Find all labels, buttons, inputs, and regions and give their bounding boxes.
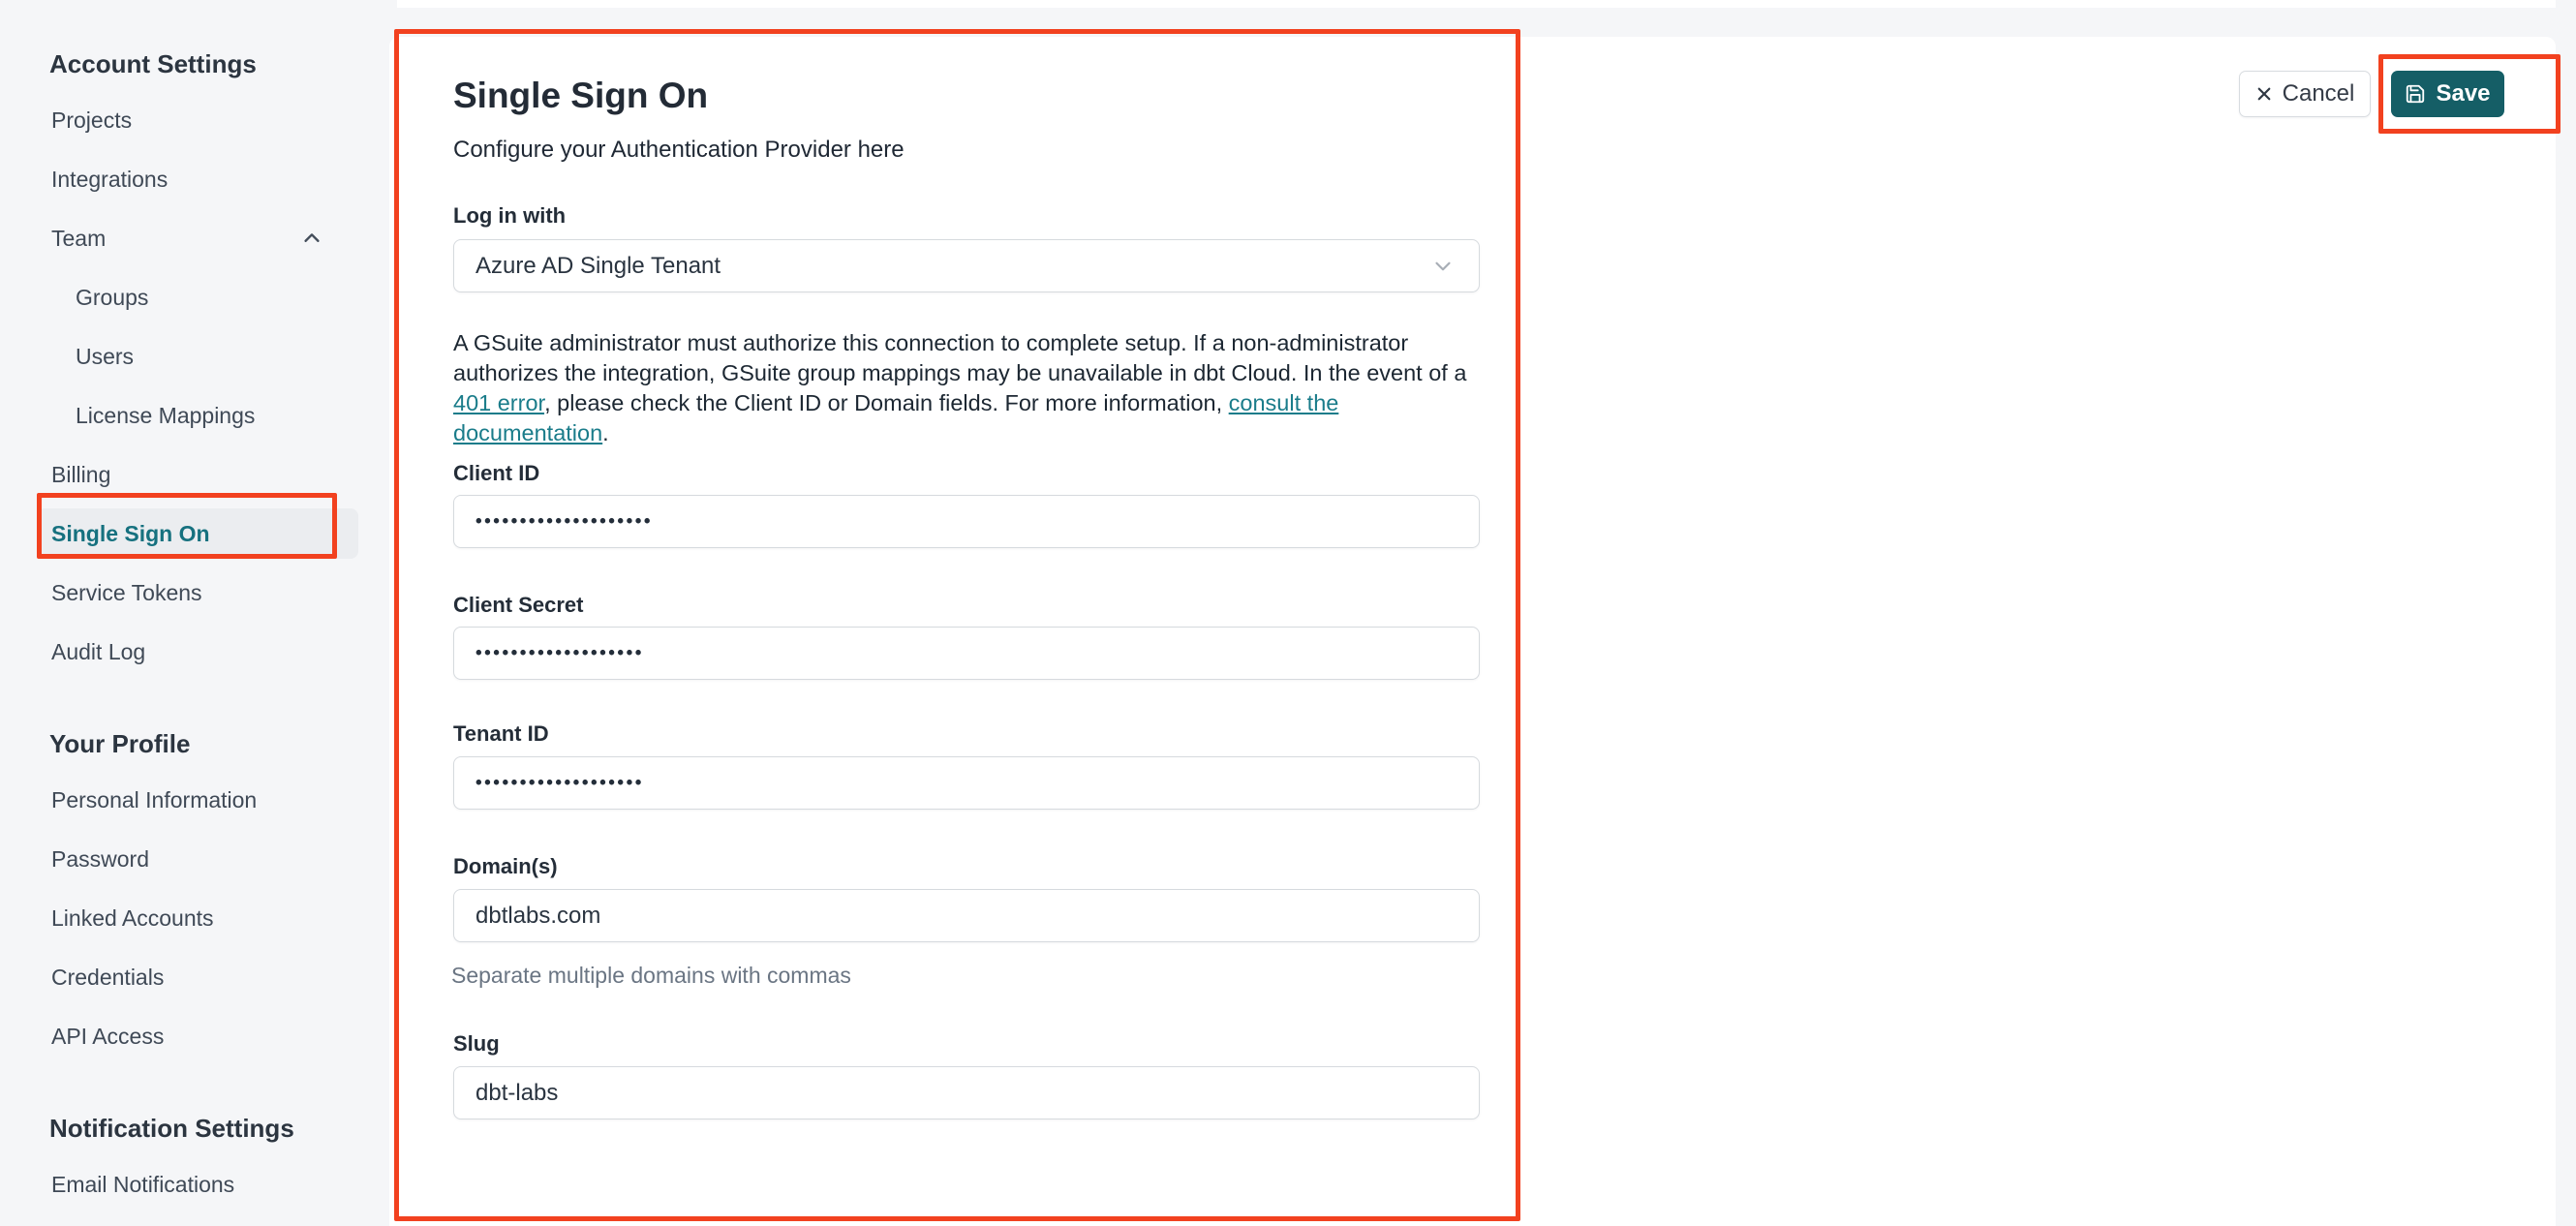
- sidebar-item-groups[interactable]: Groups: [0, 285, 378, 310]
- domains-label: Domain(s): [453, 854, 558, 878]
- login-with-selected-value: Azure AD Single Tenant: [475, 252, 721, 279]
- sidebar-item-team[interactable]: Team: [0, 226, 378, 251]
- sidebar-heading-notification-settings: Notification Settings: [49, 1114, 294, 1143]
- login-with-select[interactable]: Azure AD Single Tenant: [453, 239, 1480, 292]
- sidebar-item-credentials[interactable]: Credentials: [0, 965, 378, 990]
- client-secret-label: Client Secret: [453, 593, 584, 617]
- cancel-button-label: Cancel: [2282, 80, 2355, 107]
- top-header-strip: [397, 0, 2556, 8]
- sidebar-item-audit-log[interactable]: Audit Log: [0, 639, 378, 664]
- client-secret-input[interactable]: [453, 627, 1480, 680]
- chevron-up-icon: [301, 228, 322, 249]
- slug-input[interactable]: [453, 1066, 1480, 1119]
- client-id-input[interactable]: [453, 495, 1480, 548]
- gsuite-info-paragraph: A GSuite administrator must authorize th…: [453, 328, 1489, 448]
- info-text-1: A GSuite administrator must authorize th…: [453, 330, 1467, 385]
- save-button[interactable]: Save: [2391, 71, 2504, 117]
- info-text-2: , please check the Client ID or Domain f…: [544, 390, 1229, 415]
- domains-helper-text: Separate multiple domains with commas: [451, 963, 851, 988]
- save-button-label: Save: [2436, 80, 2491, 107]
- sidebar-item-projects[interactable]: Projects: [0, 107, 378, 133]
- sidebar-item-integrations[interactable]: Integrations: [0, 167, 378, 192]
- domains-input[interactable]: [453, 889, 1480, 942]
- login-with-label: Log in with: [453, 203, 567, 228]
- settings-sidebar: Account Settings Projects Integrations T…: [0, 51, 378, 1226]
- page-title: Single Sign On: [453, 76, 709, 115]
- sidebar-item-service-tokens[interactable]: Service Tokens: [0, 580, 378, 605]
- sidebar-item-api-access[interactable]: API Access: [0, 1024, 378, 1049]
- sidebar-item-license-mappings[interactable]: License Mappings: [0, 403, 378, 428]
- sidebar-heading-account-settings: Account Settings: [49, 49, 257, 78]
- sidebar-heading-your-profile: Your Profile: [49, 729, 191, 758]
- info-text-3: .: [602, 420, 609, 445]
- sidebar-item-billing[interactable]: Billing: [0, 462, 378, 487]
- sidebar-item-users[interactable]: Users: [0, 344, 378, 369]
- link-401-error[interactable]: 401 error: [453, 390, 544, 415]
- sso-settings-card: Single Sign On Configure your Authentica…: [389, 37, 2556, 1226]
- tenant-id-label: Tenant ID: [453, 721, 549, 746]
- chevron-down-icon: [1430, 254, 1456, 279]
- x-icon: [2255, 85, 2273, 103]
- sidebar-item-linked-accounts[interactable]: Linked Accounts: [0, 905, 378, 931]
- sidebar-item-personal-information[interactable]: Personal Information: [0, 787, 378, 812]
- sidebar-item-email-notifications[interactable]: Email Notifications: [0, 1172, 378, 1197]
- sidebar-item-password[interactable]: Password: [0, 846, 378, 872]
- page-subtitle: Configure your Authentication Provider h…: [453, 137, 905, 163]
- floppy-disk-icon: [2405, 83, 2426, 105]
- sidebar-item-single-sign-on[interactable]: Single Sign On: [37, 508, 358, 559]
- client-id-label: Client ID: [453, 461, 540, 485]
- cancel-button[interactable]: Cancel: [2239, 71, 2371, 117]
- tenant-id-input[interactable]: [453, 756, 1480, 810]
- slug-label: Slug: [453, 1031, 500, 1056]
